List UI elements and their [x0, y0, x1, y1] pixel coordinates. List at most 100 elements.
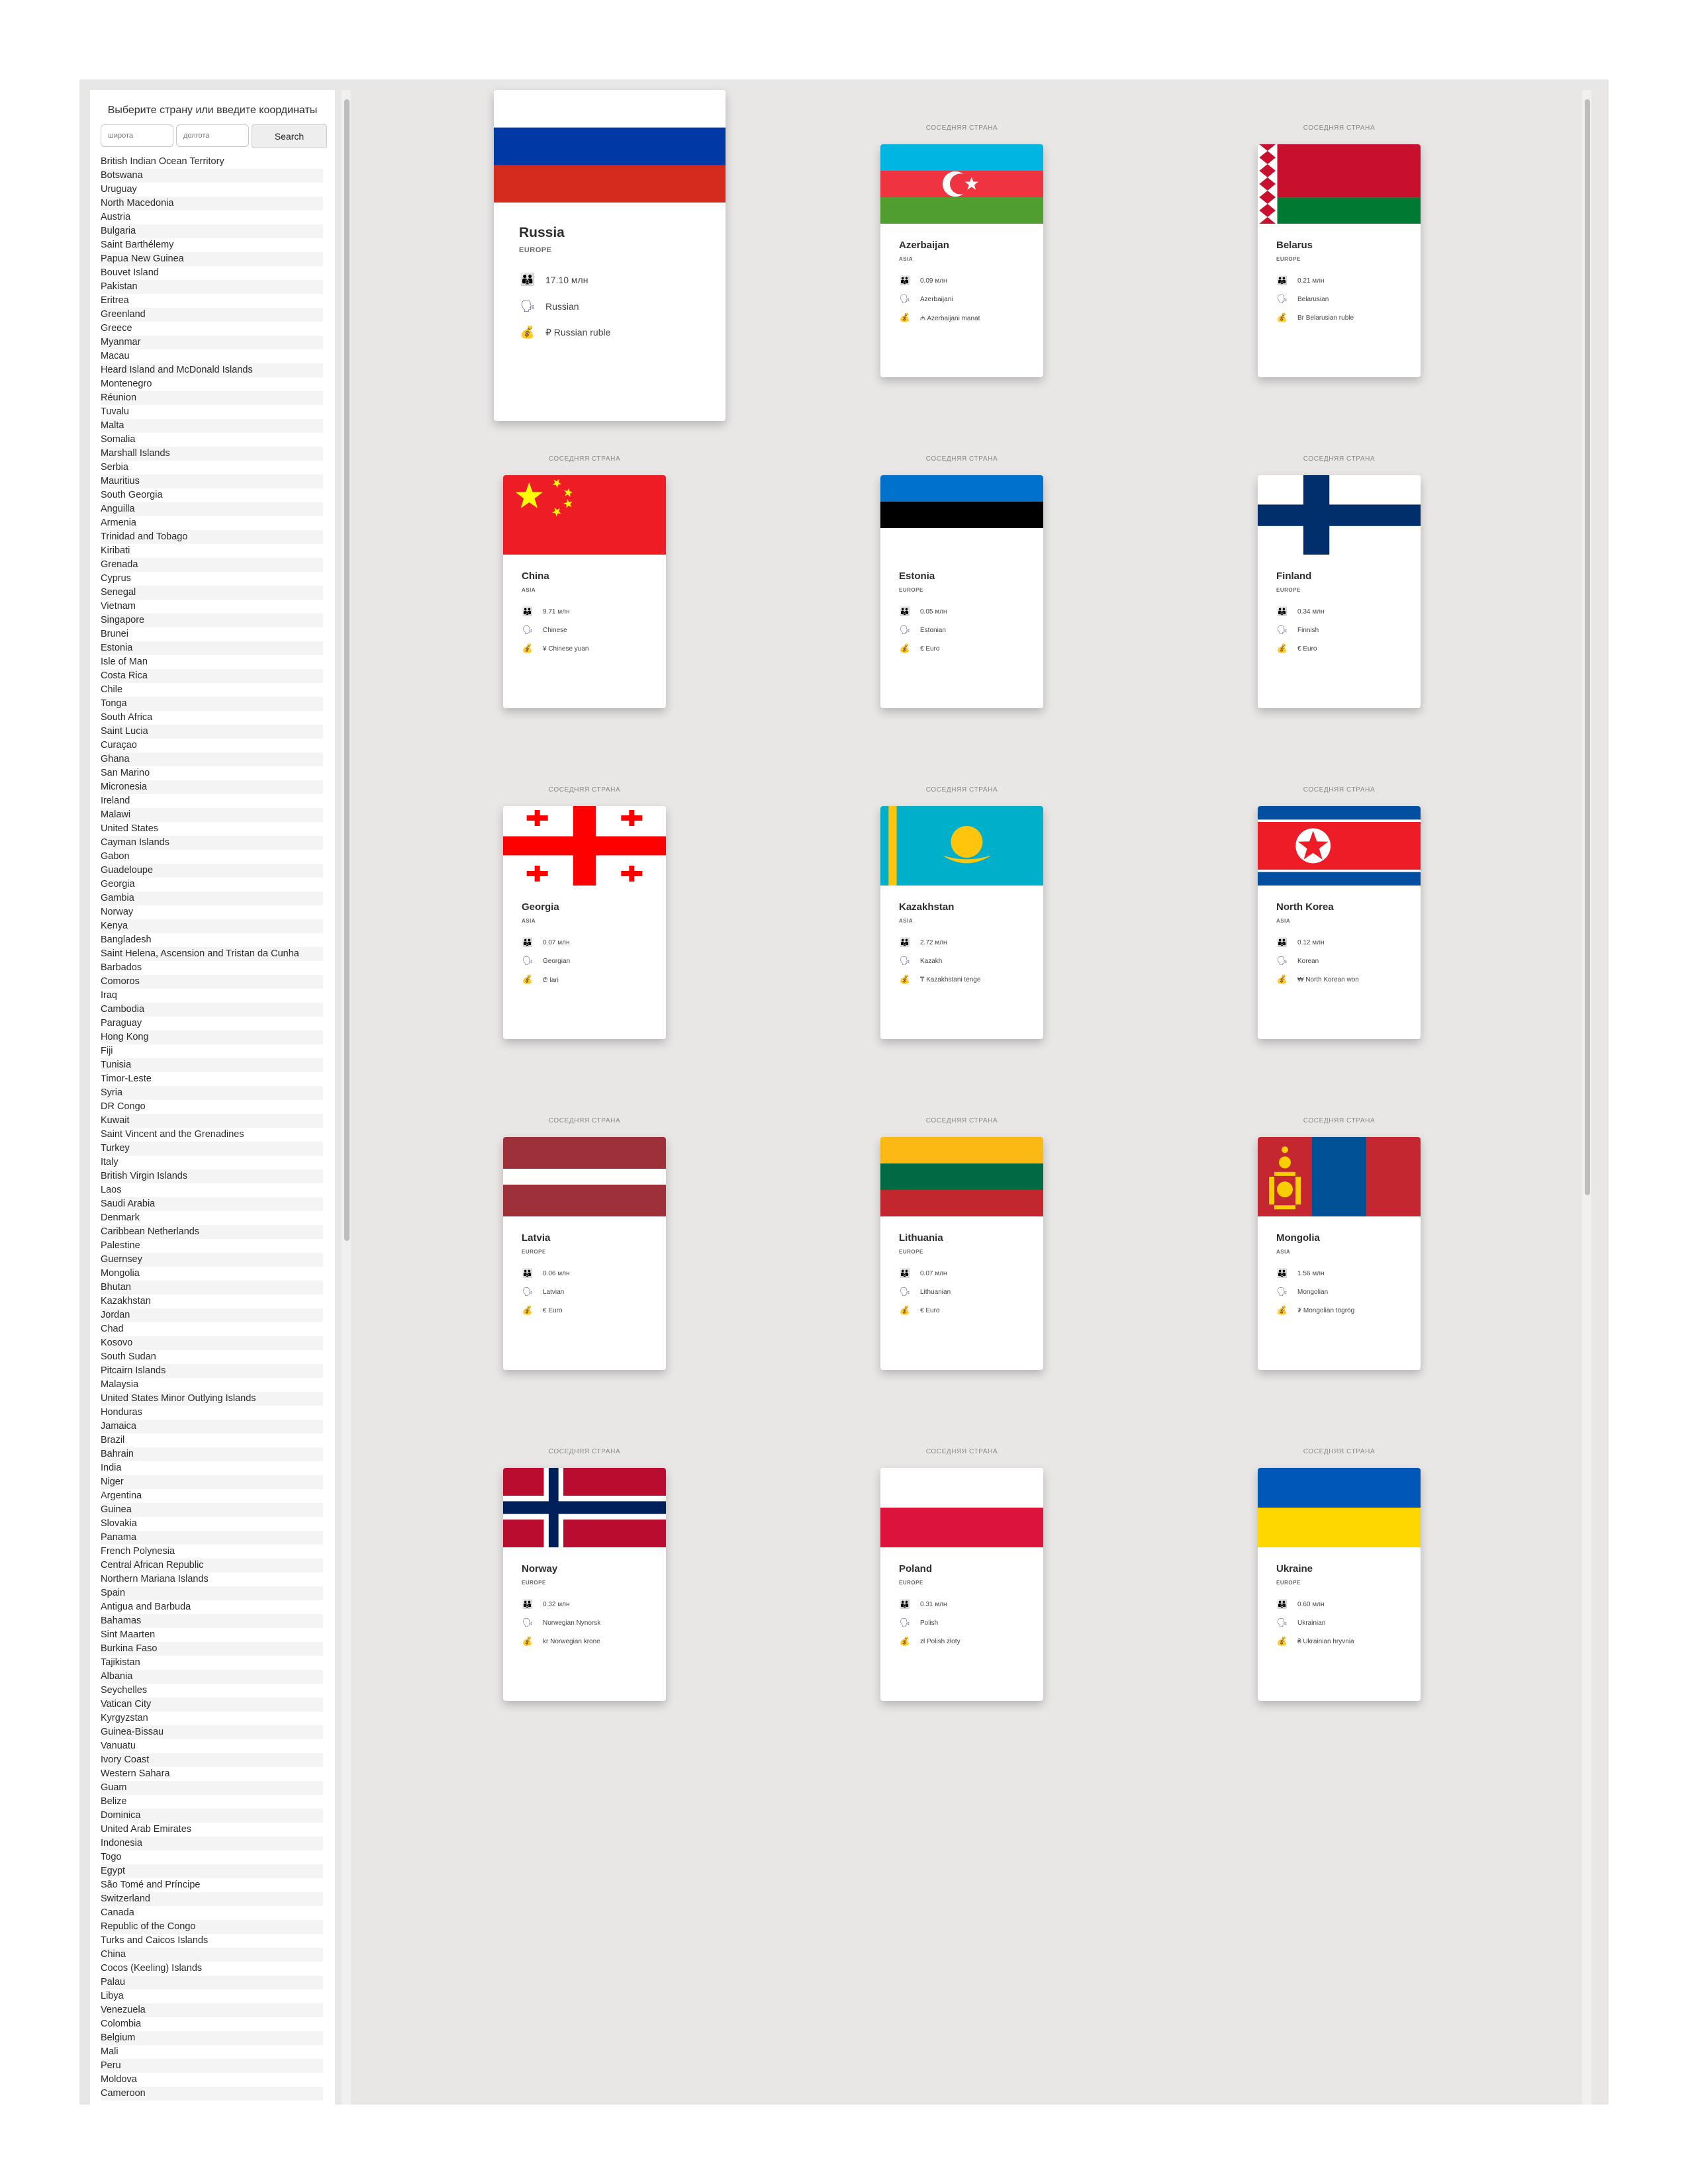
country-list-item[interactable]: Caribbean Netherlands [101, 1225, 323, 1239]
country-list-item[interactable]: Chad [101, 1322, 323, 1336]
country-list-item[interactable]: Guam [101, 1781, 323, 1795]
country-list-item[interactable]: Malta [101, 419, 323, 433]
country-list-item[interactable]: Jamaica [101, 1420, 323, 1433]
neighbor-country-card[interactable]: Ukraine EUROPE 👪 0.60 млн 🗣 Ukrainian 💰 ₴ Ukrai… [1258, 1468, 1421, 1701]
country-list-item[interactable]: Niger [101, 1475, 323, 1489]
country-list-item[interactable]: Pakistan [101, 280, 323, 294]
country-list-item[interactable]: DR Congo [101, 1100, 323, 1114]
country-list-item[interactable]: Guadeloupe [101, 864, 323, 878]
country-list-item[interactable]: Brunei [101, 627, 323, 641]
country-list-item[interactable]: Belize [101, 1795, 323, 1809]
country-list-item[interactable]: Botswana [101, 169, 323, 183]
country-list-item[interactable]: Gambia [101, 891, 323, 905]
country-list-item[interactable]: San Marino [101, 766, 323, 780]
neighbor-country-card[interactable]: Lithuania EUROPE 👪 0.07 млн 🗣 Lithuanian 💰 € Eu… [880, 1137, 1043, 1370]
country-list-item[interactable]: Grenada [101, 558, 323, 572]
country-list-item[interactable]: Guernsey [101, 1253, 323, 1267]
country-list-item[interactable]: Papua New Guinea [101, 252, 323, 266]
country-list-item[interactable]: Kenya [101, 919, 323, 933]
country-list-item[interactable]: Cocos (Keeling) Islands [101, 1962, 323, 1976]
country-list-item[interactable]: Tunisia [101, 1058, 323, 1072]
country-list-item[interactable]: Sint Maarten [101, 1628, 323, 1642]
country-list-item[interactable]: Tonga [101, 697, 323, 711]
neighbor-country-card[interactable]: Estonia EUROPE 👪 0.05 млн 🗣 Estonian 💰 € Euro [880, 475, 1043, 708]
neighbor-country-card[interactable]: Kazakhstan ASIA 👪 2.72 млн 🗣 Kazakh 💰 ₸ Kazakhs… [880, 806, 1043, 1039]
country-list-item[interactable]: Antigua and Barbuda [101, 1600, 323, 1614]
country-list-item[interactable]: Seychelles [101, 1684, 323, 1698]
country-list-item[interactable]: Saudi Arabia [101, 1197, 323, 1211]
country-list-item[interactable]: Comoros [101, 975, 323, 989]
country-list-item[interactable]: Bulgaria [101, 224, 323, 238]
latitude-input[interactable] [101, 124, 173, 147]
country-list-item[interactable]: British Virgin Islands [101, 1169, 323, 1183]
country-list-item[interactable]: Georgia [101, 878, 323, 891]
main-scrollbar-thumb[interactable] [1585, 99, 1590, 1195]
country-list-item[interactable]: Greenland [101, 308, 323, 322]
country-list-item[interactable]: Jordan [101, 1308, 323, 1322]
country-list-item[interactable]: Tajikistan [101, 1656, 323, 1670]
country-list-item[interactable]: Palau [101, 1976, 323, 1989]
country-list-item[interactable]: Bahrain [101, 1447, 323, 1461]
country-list-item[interactable]: Spain [101, 1586, 323, 1600]
country-list-item[interactable]: Saint Helena, Ascension and Tristan da C… [101, 947, 323, 961]
country-list-item[interactable]: Marshall Islands [101, 447, 323, 461]
country-list-item[interactable]: Mauritius [101, 475, 323, 488]
country-list-item[interactable]: Micronesia [101, 780, 323, 794]
country-list-item[interactable]: Cyprus [101, 572, 323, 586]
country-list-item[interactable]: Bouvet Island [101, 266, 323, 280]
country-list-item[interactable]: Argentina [101, 1489, 323, 1503]
country-list-item[interactable]: Italy [101, 1156, 323, 1169]
country-list-item[interactable]: Austria [101, 210, 323, 224]
country-list-item[interactable]: Burkina Faso [101, 1642, 323, 1656]
country-list-item[interactable]: Honduras [101, 1406, 323, 1420]
country-list-item[interactable]: Kazakhstan [101, 1295, 323, 1308]
country-list-item[interactable]: Panama [101, 1531, 323, 1545]
country-list-item[interactable]: Moldova [101, 2073, 323, 2087]
country-list-item[interactable]: Heard Island and McDonald Islands [101, 363, 323, 377]
country-list-item[interactable]: Uruguay [101, 183, 323, 197]
country-list-item[interactable]: Saint Barthélemy [101, 238, 323, 252]
country-list-item[interactable]: Egypt [101, 1864, 323, 1878]
country-list-item[interactable]: United States [101, 822, 323, 836]
country-list-item[interactable]: Fiji [101, 1044, 323, 1058]
country-list-item[interactable]: Vietnam [101, 600, 323, 614]
country-list-item[interactable]: Anguilla [101, 502, 323, 516]
country-list-item[interactable]: China [101, 1948, 323, 1962]
country-list-item[interactable]: United Arab Emirates [101, 1823, 323, 1837]
country-list-item[interactable]: Ghana [101, 752, 323, 766]
country-list-item[interactable]: Turkey [101, 1142, 323, 1156]
longitude-input[interactable] [176, 124, 249, 147]
country-list-item[interactable]: Belgium [101, 2031, 323, 2045]
country-list-item[interactable]: Montenegro [101, 377, 323, 391]
country-list-item[interactable]: Venezuela [101, 2003, 323, 2017]
country-list-item[interactable]: Barbados [101, 961, 323, 975]
country-list-item[interactable]: Cameroon [101, 2087, 323, 2101]
country-list-item[interactable]: Macau [101, 349, 323, 363]
country-list-item[interactable]: Malaysia [101, 1378, 323, 1392]
country-list-item[interactable]: Eritrea [101, 294, 323, 308]
country-list-item[interactable]: Trinidad and Tobago [101, 530, 323, 544]
country-list-item[interactable]: British Indian Ocean Territory [101, 155, 323, 169]
country-list-item[interactable]: South Africa [101, 711, 323, 725]
country-list-item[interactable]: Kuwait [101, 1114, 323, 1128]
neighbor-country-card[interactable]: Belarus EUROPE 👪 0.21 млн 🗣 Belarusian 💰 Br Bel… [1258, 144, 1421, 377]
country-list-item[interactable]: Réunion [101, 391, 323, 405]
country-list-item[interactable]: French Polynesia [101, 1545, 323, 1559]
country-list-item[interactable]: Vatican City [101, 1698, 323, 1711]
country-list-item[interactable]: Chile [101, 683, 323, 697]
neighbor-country-card[interactable]: Finland EUROPE 👪 0.34 млн 🗣 Finnish 💰 € Euro [1258, 475, 1421, 708]
country-list-item[interactable]: Guinea [101, 1503, 323, 1517]
country-list-item[interactable]: Kiribati [101, 544, 323, 558]
country-list-item[interactable]: Kyrgyzstan [101, 1711, 323, 1725]
country-list-item[interactable]: São Tomé and Príncipe [101, 1878, 323, 1892]
country-list-item[interactable]: Paraguay [101, 1017, 323, 1030]
country-list-item[interactable]: Singapore [101, 614, 323, 627]
country-list-item[interactable]: Pitcairn Islands [101, 1364, 323, 1378]
country-list-item[interactable]: South Sudan [101, 1350, 323, 1364]
main-country-card[interactable]: Russia EUROPE 👪 17.10 млн 🗣 Russian 💰 ₽ Russian… [494, 90, 726, 421]
country-list-item[interactable]: Slovakia [101, 1517, 323, 1531]
neighbor-country-card[interactable]: Georgia ASIA 👪 0.07 млн 🗣 Georgian 💰 ₾ lari [503, 806, 666, 1039]
country-list-item[interactable]: North Macedonia [101, 197, 323, 210]
country-list-item[interactable]: Cayman Islands [101, 836, 323, 850]
country-list-item[interactable]: Mali [101, 2045, 323, 2059]
